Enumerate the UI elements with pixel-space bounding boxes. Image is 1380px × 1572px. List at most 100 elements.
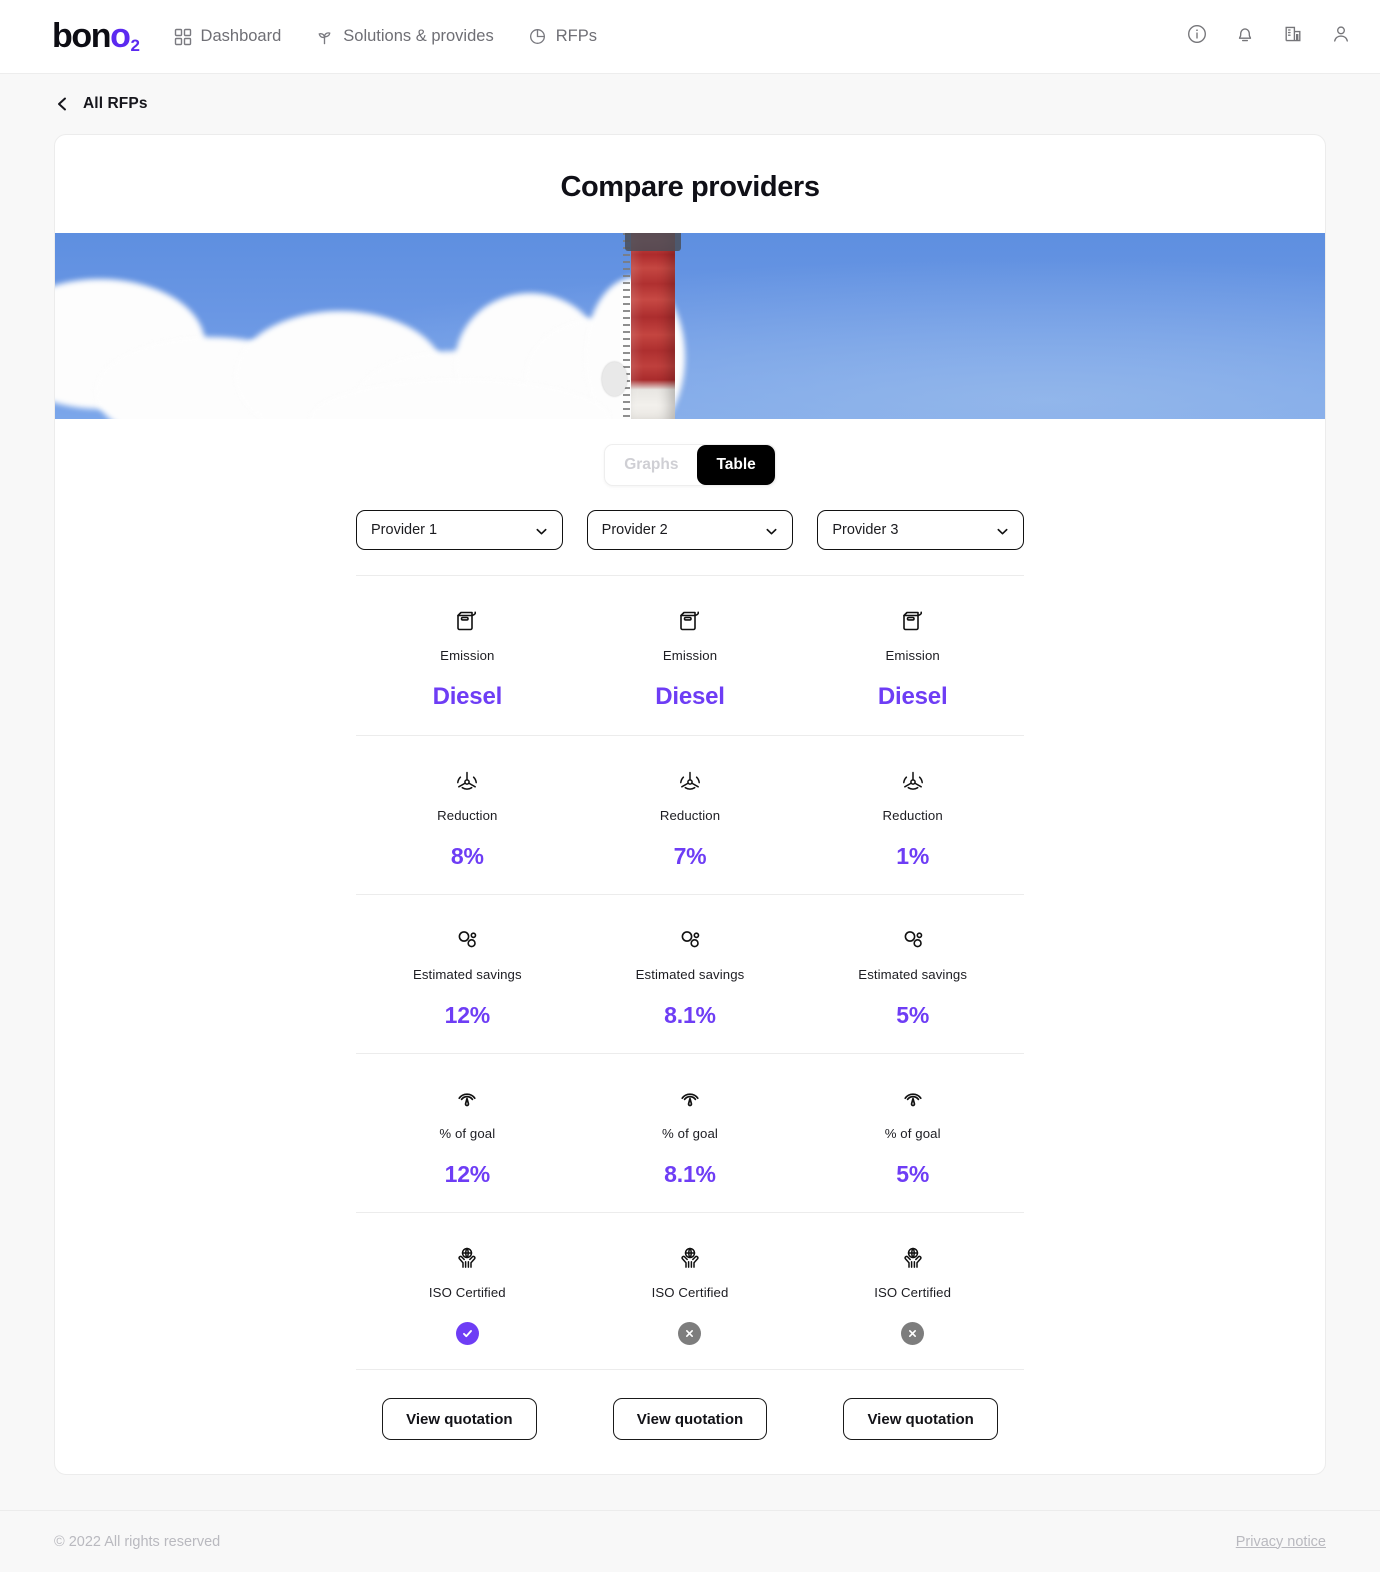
- provider-select-row: Provider 1 Provider 2 Provider 3: [356, 510, 1024, 575]
- globe-in-hands-icon: [897, 1239, 929, 1277]
- page-footer: © 2022 All rights reserved Privacy notic…: [0, 1510, 1380, 1572]
- hero-chimney-dish: [602, 362, 627, 396]
- metric-label: % of goal: [885, 1126, 941, 1141]
- provider-select-1-value: Provider 1: [371, 522, 437, 538]
- metric-label: Estimated savings: [858, 967, 967, 982]
- grid-icon: [174, 28, 192, 46]
- jerrycan-icon: [896, 602, 930, 640]
- provider-select-3[interactable]: Provider 3: [817, 510, 1024, 550]
- metric-cell: % of goal 5%: [801, 1054, 1024, 1212]
- user-icon[interactable]: [1330, 23, 1352, 50]
- pie-chart-icon: [528, 27, 547, 46]
- brand-logo-text-o: o: [110, 17, 129, 56]
- nav-item-solutions-provides[interactable]: Solutions & provides: [315, 27, 493, 46]
- footer-copyright: © 2022 All rights reserved: [54, 1534, 220, 1550]
- nav-label-rfps: RFPs: [556, 27, 597, 46]
- globe-in-hands-icon: [451, 1239, 483, 1277]
- metric-cell: Estimated savings 12%: [356, 895, 579, 1053]
- chevron-down-icon: [995, 524, 1010, 543]
- bubbles-icon: [674, 921, 706, 959]
- metric-label: % of goal: [439, 1126, 495, 1141]
- top-bar-actions: [1186, 23, 1352, 50]
- top-navigation-bar: bono2 Dashboard Solution: [0, 0, 1380, 74]
- metric-value: 7%: [674, 843, 707, 870]
- status-badge-not-certified: [678, 1322, 701, 1345]
- tab-table[interactable]: Table: [697, 445, 774, 485]
- bubbles-icon: [897, 921, 929, 959]
- brand-logo-text-bon: bon: [52, 17, 110, 56]
- metric-label: % of goal: [662, 1126, 718, 1141]
- hero-chimney-platform: [625, 233, 681, 251]
- metric-cell: Reduction 1%: [801, 736, 1024, 894]
- metric-row-iso-certified: ISO Certified ISO Certified: [356, 1212, 1024, 1369]
- metric-value: Diesel: [655, 683, 725, 711]
- page-title: Compare providers: [55, 135, 1325, 233]
- breadcrumb: All RFPs: [0, 74, 1380, 134]
- provider-select-2[interactable]: Provider 2: [587, 510, 794, 550]
- provider-select-2-value: Provider 2: [602, 522, 668, 538]
- nav-item-dashboard[interactable]: Dashboard: [174, 27, 282, 46]
- provider-select-1[interactable]: Provider 1: [356, 510, 563, 550]
- tab-graphs[interactable]: Graphs: [605, 445, 697, 485]
- sprout-icon: [315, 27, 334, 46]
- bubbles-icon: [451, 921, 483, 959]
- provider-select-3-value: Provider 3: [832, 522, 898, 538]
- metric-cell: Reduction 8%: [356, 736, 579, 894]
- metric-value: 12%: [445, 1002, 490, 1029]
- metric-row-estimated-savings: Estimated savings 12% Estimated savings …: [356, 894, 1024, 1053]
- view-quotation-button-2[interactable]: View quotation: [613, 1398, 768, 1440]
- metric-value: 8%: [451, 843, 484, 870]
- view-toggle: Graphs Table: [604, 444, 776, 486]
- nav-label-dashboard: Dashboard: [201, 27, 282, 46]
- metric-label: Estimated savings: [636, 967, 745, 982]
- gauge-icon: [674, 1080, 706, 1118]
- metric-value: 8.1%: [664, 1161, 716, 1188]
- metric-label: Emission: [663, 648, 717, 663]
- breadcrumb-label[interactable]: All RFPs: [83, 95, 148, 113]
- chevron-down-icon: [534, 524, 549, 543]
- chevron-down-icon: [764, 524, 779, 543]
- nav-label-solutions: Solutions & provides: [343, 27, 493, 46]
- quotation-button-row: View quotation View quotation View quota…: [356, 1369, 1024, 1474]
- wind-turbine-icon: [451, 762, 483, 800]
- footer-privacy-link[interactable]: Privacy notice: [1236, 1534, 1326, 1550]
- provider-comparison-table: Provider 1 Provider 2 Provider 3: [356, 510, 1024, 1474]
- metric-label: Reduction: [660, 808, 720, 823]
- metric-row-emission: Emission Diesel Emission Diesel: [356, 575, 1024, 735]
- metric-value: 12%: [445, 1161, 490, 1188]
- metric-value: Diesel: [433, 683, 503, 711]
- metric-cell: Emission Diesel: [579, 576, 802, 735]
- metric-value: Diesel: [878, 683, 948, 711]
- metric-cell: Emission Diesel: [356, 576, 579, 735]
- metric-cell: Estimated savings 8.1%: [579, 895, 802, 1053]
- building-icon[interactable]: [1282, 23, 1304, 50]
- metric-label: ISO Certified: [652, 1285, 729, 1300]
- metric-value: 5%: [896, 1161, 929, 1188]
- metric-cell: Estimated savings 5%: [801, 895, 1024, 1053]
- metric-label: Reduction: [437, 808, 497, 823]
- metric-cell: % of goal 12%: [356, 1054, 579, 1212]
- metric-label: Emission: [886, 648, 940, 663]
- primary-nav: Dashboard Solutions & provides RFPs: [174, 27, 597, 46]
- metric-value: 1%: [896, 843, 929, 870]
- info-icon[interactable]: [1186, 23, 1208, 50]
- compare-providers-card: Compare providers Graphs Table Provider …: [54, 134, 1326, 1475]
- metric-cell: % of goal 8.1%: [579, 1054, 802, 1212]
- metric-cell: ISO Certified: [356, 1213, 579, 1369]
- metric-value: 8.1%: [664, 1002, 716, 1029]
- hero-chimney: [631, 233, 675, 419]
- metric-row-reduction: Reduction 8% Reduction 7%: [356, 735, 1024, 894]
- jerrycan-icon: [450, 602, 484, 640]
- view-quotation-button-3[interactable]: View quotation: [843, 1398, 998, 1440]
- metric-row-percent-of-goal: % of goal 12% % of goal 8.1%: [356, 1053, 1024, 1212]
- bell-icon[interactable]: [1234, 23, 1256, 50]
- metric-cell: ISO Certified: [801, 1213, 1024, 1369]
- status-badge-not-certified: [901, 1322, 924, 1345]
- chevron-left-icon[interactable]: [55, 95, 69, 113]
- view-quotation-button-1[interactable]: View quotation: [382, 1398, 537, 1440]
- wind-turbine-icon: [674, 762, 706, 800]
- hero-chimney-ladder: [623, 233, 630, 419]
- nav-item-rfps[interactable]: RFPs: [528, 27, 597, 46]
- metric-label: Emission: [440, 648, 494, 663]
- brand-logo[interactable]: bono2: [52, 17, 138, 56]
